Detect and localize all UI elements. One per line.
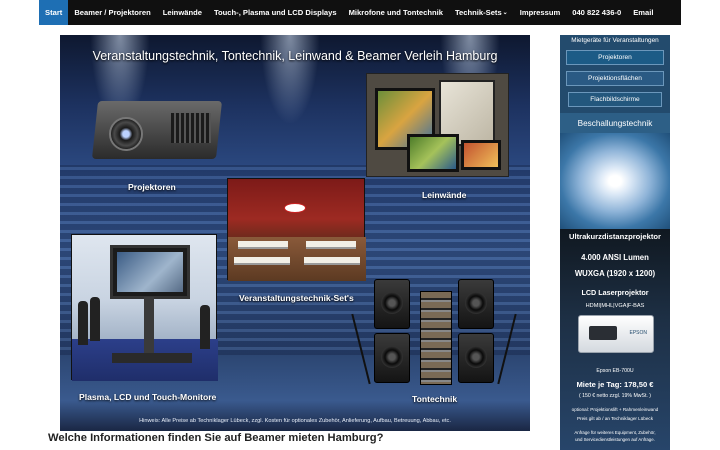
- ad-price: Miete je Tag: 178,50 €: [576, 380, 654, 389]
- room-sign-logo: [284, 203, 306, 213]
- section-heading: Welche Informationen finden Sie auf Beam…: [48, 432, 384, 444]
- speaker: [374, 333, 410, 383]
- equipment-rack: [420, 291, 452, 385]
- sidebar-button-flachbildschirme[interactable]: Flachbildschirme: [568, 92, 662, 107]
- room-table: [306, 241, 356, 249]
- speaker: [374, 279, 410, 329]
- ad-projector-brand: EPSON: [629, 330, 647, 336]
- ad-type: LCD Laserprojektor: [581, 288, 649, 297]
- visitor-figure: [200, 305, 210, 349]
- sidebar: Mietgeräte für Veranstaltungen Projektor…: [560, 35, 670, 450]
- caption-leinwaende[interactable]: Leinwände: [422, 190, 466, 200]
- room-table: [304, 257, 360, 265]
- plasma-image[interactable]: [71, 234, 218, 381]
- nav-email[interactable]: Email: [627, 0, 659, 25]
- caption-plasma[interactable]: Plasma, LCD und Touch-Monitore: [79, 392, 216, 402]
- caption-projektoren[interactable]: Projektoren: [128, 182, 176, 192]
- caption-sets[interactable]: Veranstaltungstechnik-Set's: [239, 293, 354, 303]
- plasma-screen: [110, 245, 190, 299]
- ad-valid: Preis gilt ab / an Techniklager Lübeck: [576, 416, 653, 421]
- projector-lens: [109, 117, 143, 151]
- screen-4: [461, 140, 501, 170]
- page: Start Beamer / Projektoren Leinwände Tou…: [0, 0, 720, 450]
- nav-leinwaende[interactable]: Leinwände: [157, 0, 208, 25]
- screen-3: [407, 134, 459, 172]
- nav-technik-sets[interactable]: Technik-Sets ⌄: [449, 0, 514, 25]
- ad-projector-image: EPSON: [578, 315, 654, 353]
- ad-ports: HDMI|MHL|VGA|F-BAS: [585, 303, 645, 309]
- beschallung-image[interactable]: [560, 133, 670, 229]
- ad-request: Anfrage für weiteres Equipment, Zubehör,: [574, 430, 656, 435]
- ad-request-2: und Servicedienstleistungen auf Anfrage.: [575, 437, 655, 442]
- nav-impressum[interactable]: Impressum: [514, 0, 567, 25]
- plasma-stand: [144, 297, 154, 359]
- ad-option: optional: Projektionslift + Rahmenleinwa…: [571, 407, 659, 412]
- hero-title: Veranstaltungstechnik, Tontechnik, Leinw…: [92, 49, 498, 63]
- leinwaende-image[interactable]: [366, 73, 509, 177]
- main-navigation: Start Beamer / Projektoren Leinwände Tou…: [39, 0, 681, 25]
- ad-model: Epson EB-700U: [596, 368, 634, 374]
- speaker: [458, 333, 494, 383]
- plasma-screen-content: [117, 252, 183, 292]
- projector-vent: [171, 113, 211, 143]
- nav-technik-sets-label: Technik-Sets: [454, 8, 502, 17]
- sidebar-ad[interactable]: Ultrakurzdistanzprojektor 4.000 ANSI Lum…: [560, 229, 670, 450]
- speaker: [458, 279, 494, 329]
- projector-image[interactable]: [87, 87, 227, 167]
- ad-title: Ultrakurzdistanzprojektor: [569, 232, 661, 241]
- plasma-base: [112, 353, 192, 363]
- sidebar-heading: Mietgeräte für Veranstaltungen: [571, 37, 659, 44]
- nav-mikrofone-tontechnik[interactable]: Mikrofone und Tontechnik: [343, 0, 449, 25]
- ad-lumen: 4.000 ANSI Lumen: [581, 253, 649, 262]
- ad-resolution: WUXGA (1920 x 1200): [574, 269, 656, 278]
- nav-beamer-projektoren[interactable]: Beamer / Projektoren: [68, 0, 156, 25]
- event-room-image[interactable]: [227, 178, 366, 281]
- price-note: Hinweis: Alle Preise ab Techniklager Lüb…: [139, 418, 451, 424]
- tontechnik-image[interactable]: [351, 277, 517, 389]
- nav-displays[interactable]: Touch-, Plasma und LCD Displays: [208, 0, 343, 25]
- room-table: [238, 241, 288, 249]
- visitor-figure: [78, 301, 88, 345]
- chevron-down-icon: ⌄: [502, 10, 508, 16]
- sidebar-button-projektoren[interactable]: Projektoren: [566, 50, 664, 65]
- ad-projector-lens: [589, 326, 617, 340]
- room-table: [234, 257, 290, 265]
- caption-tontechnik[interactable]: Tontechnik: [412, 394, 457, 404]
- speaker-tripod: [497, 313, 517, 385]
- nav-start[interactable]: Start: [39, 0, 69, 25]
- ad-price-net: ( 150 € netto zzgl. 19% MwSt. ): [578, 393, 652, 399]
- hero-banner[interactable]: Veranstaltungstechnik, Tontechnik, Leinw…: [60, 35, 530, 431]
- sidebar-button-projektionsflaechen[interactable]: Projektionsflächen: [566, 71, 664, 86]
- visitor-figure: [90, 297, 100, 341]
- sidebar-section-beschallungstechnik[interactable]: Beschallungstechnik: [560, 113, 670, 133]
- nav-phone[interactable]: 040 822 436-0: [566, 0, 627, 25]
